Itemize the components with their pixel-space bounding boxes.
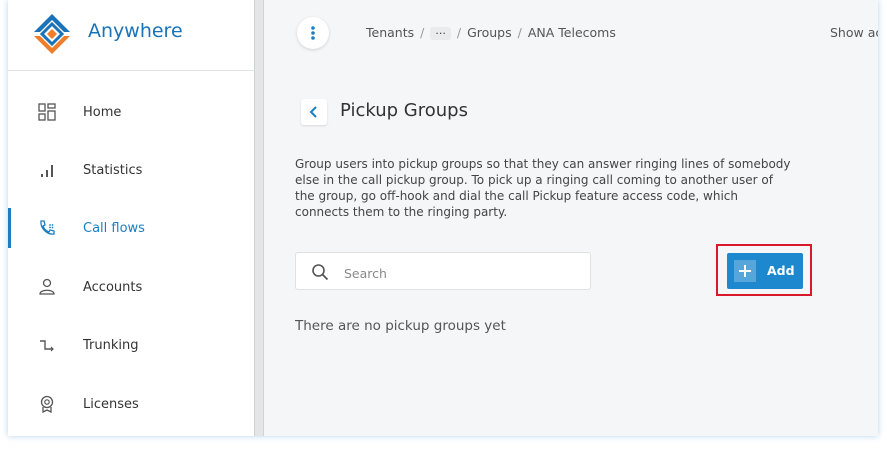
page-description: Group users into pickup groups so that t… bbox=[295, 157, 791, 219]
plus-icon bbox=[734, 260, 756, 282]
sidebar-item-statistics[interactable]: Statistics bbox=[8, 146, 254, 194]
vertical-dots-icon bbox=[311, 26, 315, 40]
search-field[interactable] bbox=[295, 252, 591, 290]
sidebar-item-licenses[interactable]: Licenses bbox=[8, 380, 254, 428]
empty-state-message: There are no pickup groups yet bbox=[295, 318, 506, 334]
sidebar-item-label: Licenses bbox=[83, 396, 139, 412]
sidebar-item-label: Statistics bbox=[83, 162, 143, 178]
sidebar: Anywhere Home Statistics Call flows Acco… bbox=[8, 0, 254, 436]
sidebar-divider[interactable] bbox=[254, 0, 264, 436]
show-all-link[interactable]: Show ac bbox=[830, 25, 878, 40]
search-icon bbox=[312, 264, 329, 281]
back-button[interactable] bbox=[301, 99, 327, 125]
add-button[interactable]: Add bbox=[727, 253, 803, 289]
sidebar-item-label: Call flows bbox=[83, 220, 145, 236]
chevron-left-icon bbox=[309, 106, 317, 118]
menu-button[interactable] bbox=[297, 17, 329, 49]
breadcrumb-more[interactable]: ··· bbox=[430, 27, 451, 40]
main-content: Tenants / ··· / Groups / ANA Telecoms Show ac … bbox=[264, 0, 878, 436]
breadcrumb-current: ANA Telecoms bbox=[527, 25, 616, 40]
sidebar-item-trunking[interactable]: Trunking bbox=[8, 321, 254, 369]
sidebar-item-label: Trunking bbox=[83, 337, 139, 353]
sidebar-item-home[interactable]: Home bbox=[8, 88, 254, 136]
home-grid-icon bbox=[38, 103, 56, 121]
phone-flow-icon bbox=[40, 220, 55, 235]
brand-name: Anywhere bbox=[88, 20, 183, 42]
page-title: Pickup Groups bbox=[340, 100, 468, 121]
sidebar-item-call-flows[interactable]: Call flows bbox=[8, 204, 254, 252]
sidebar-item-label: Accounts bbox=[83, 279, 143, 295]
breadcrumb: Tenants / ··· / Groups / ANA Telecoms bbox=[366, 25, 616, 40]
breadcrumb-tenants[interactable]: Tenants bbox=[366, 25, 414, 40]
breadcrumb-groups[interactable]: Groups bbox=[467, 25, 512, 40]
sidebar-item-accounts[interactable]: Accounts bbox=[8, 263, 254, 311]
sidebar-item-label: Home bbox=[83, 104, 122, 120]
trunk-icon bbox=[40, 340, 54, 352]
search-input[interactable] bbox=[342, 262, 576, 284]
app-window: Anywhere Home Statistics Call flows Acco… bbox=[8, 0, 878, 436]
bar-chart-icon bbox=[41, 165, 53, 177]
brand-header: Anywhere bbox=[8, 0, 254, 71]
license-badge-icon bbox=[40, 395, 54, 413]
user-icon bbox=[39, 278, 55, 295]
add-button-label: Add bbox=[767, 263, 795, 278]
anywhere-logo-icon bbox=[34, 14, 70, 54]
